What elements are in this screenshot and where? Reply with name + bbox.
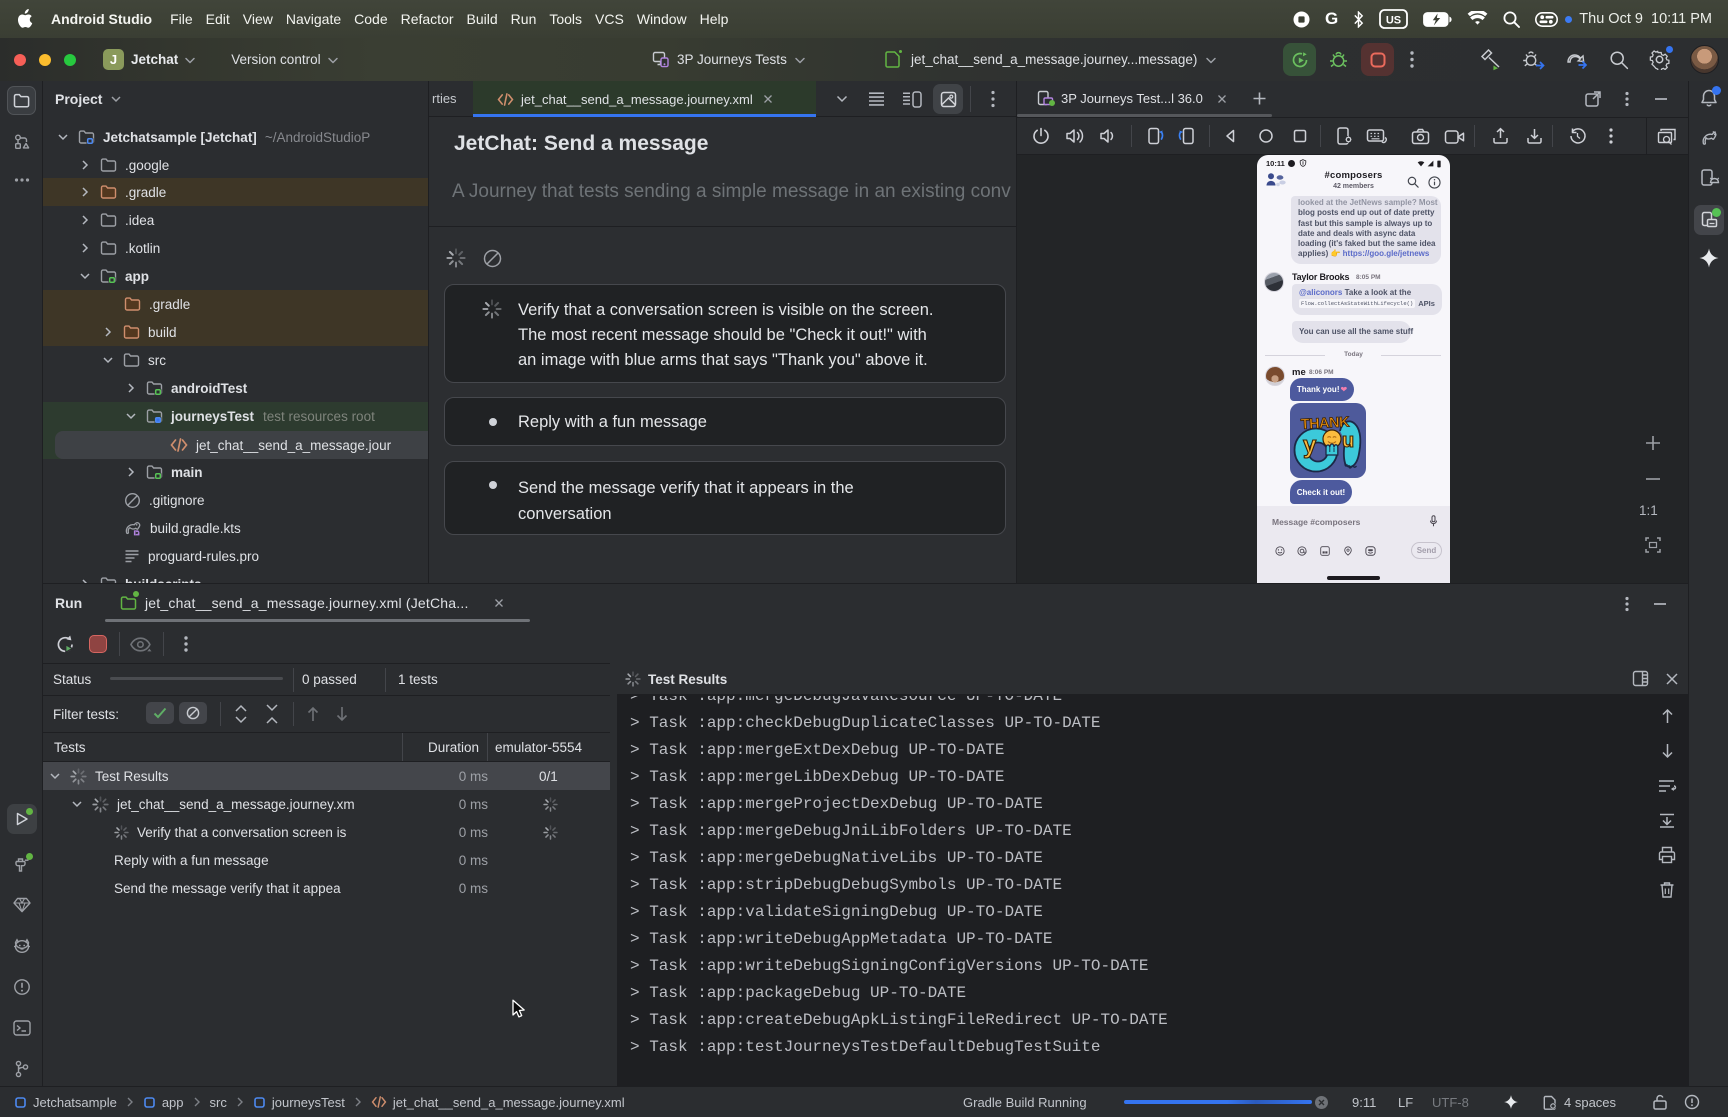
svg-text:G: G <box>135 530 139 535</box>
svg-text:US: US <box>1386 15 1401 27</box>
svg-text:u: u <box>1342 430 1354 452</box>
svg-text:y: y <box>1303 432 1317 459</box>
